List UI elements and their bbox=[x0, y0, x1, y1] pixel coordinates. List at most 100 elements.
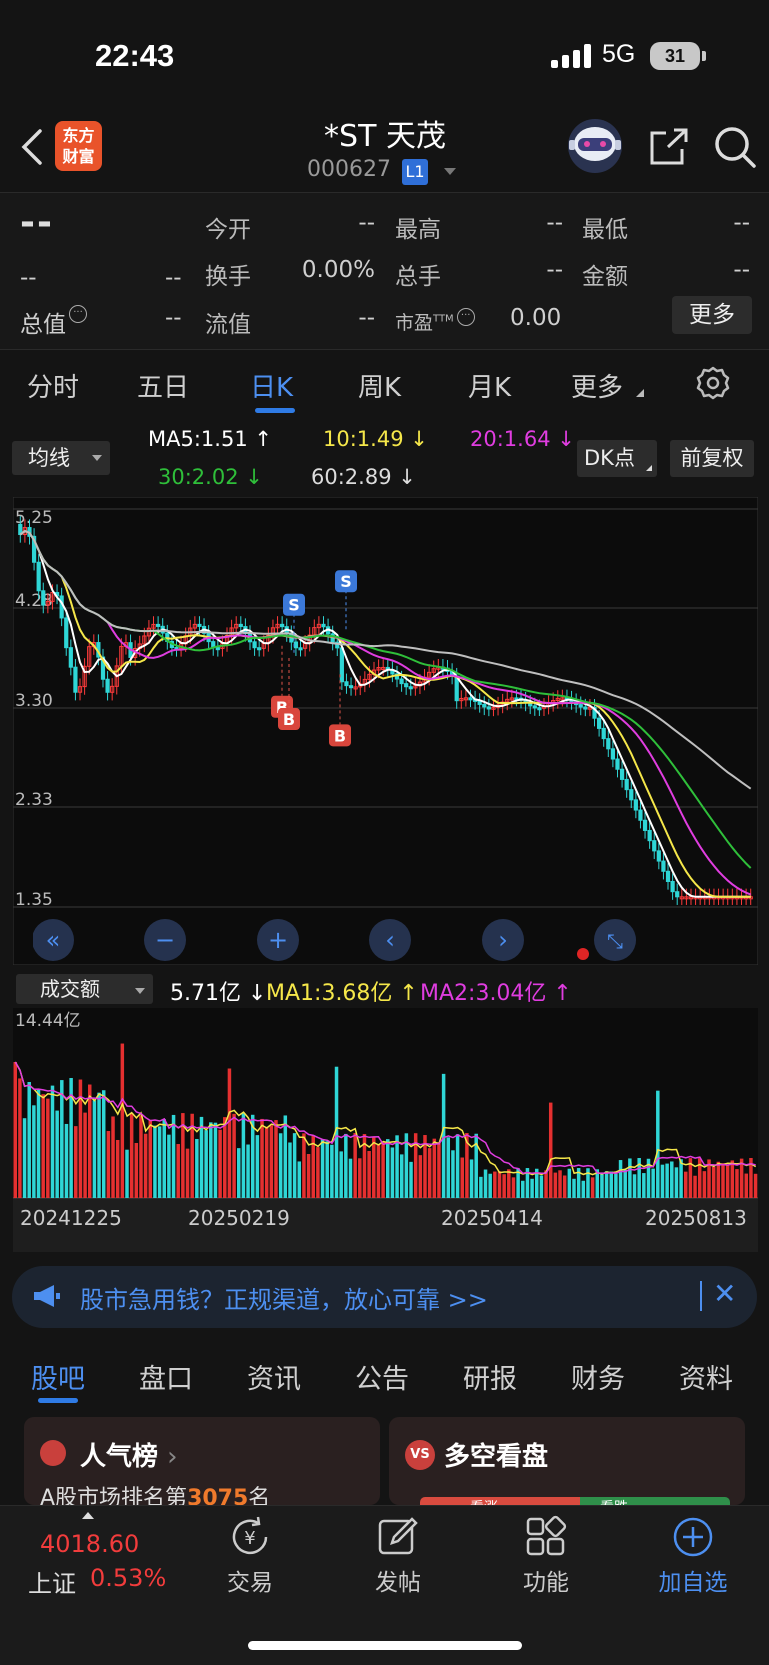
nav-functions[interactable]: 功能 bbox=[496, 1563, 596, 1597]
candle bbox=[399, 678, 404, 685]
chart-control-icon: › bbox=[498, 926, 508, 954]
volume-bar bbox=[674, 1167, 679, 1198]
tab-monthly-k[interactable]: 月K bbox=[468, 367, 511, 404]
volume-bar bbox=[753, 1173, 758, 1198]
megaphone-icon bbox=[34, 1285, 60, 1307]
low-value: -- bbox=[733, 210, 750, 236]
candle bbox=[624, 778, 629, 791]
date-label: 20250219 bbox=[188, 1206, 290, 1230]
tab-news[interactable]: 资讯 bbox=[247, 1357, 301, 1396]
tab-research[interactable]: 研报 bbox=[463, 1357, 517, 1396]
dk-point-button[interactable]: DK点 bbox=[577, 440, 657, 477]
tab-finance[interactable]: 财务 bbox=[571, 1357, 625, 1396]
volume-bar bbox=[455, 1134, 460, 1198]
volume-bar bbox=[670, 1161, 674, 1198]
volume-bar bbox=[386, 1139, 390, 1198]
volume-current: 5.71亿 ↓ bbox=[170, 981, 267, 1006]
volume-bar bbox=[399, 1154, 404, 1198]
indicator-select[interactable]: 均线 bbox=[12, 441, 110, 475]
app-logo: 东方 财富 bbox=[55, 121, 102, 171]
grid-icon[interactable] bbox=[524, 1515, 568, 1559]
level-badge[interactable]: L1 bbox=[402, 159, 428, 185]
volume-ma2: MA2:3.04亿 ↑ bbox=[420, 981, 572, 1006]
tab-five-day[interactable]: 五日 bbox=[137, 367, 189, 404]
volume-bar bbox=[297, 1161, 302, 1198]
status-time: 22:43 bbox=[95, 38, 175, 73]
volume-bar bbox=[74, 1126, 78, 1198]
chart-controls[interactable]: « − + ‹ › ⤡ bbox=[33, 916, 753, 964]
candle bbox=[610, 748, 615, 760]
index-value[interactable]: 4018.60 bbox=[40, 1530, 139, 1558]
tab-intraday[interactable]: 分时 bbox=[27, 367, 79, 404]
tab-weekly-k[interactable]: 周K bbox=[358, 367, 401, 404]
volume-bar bbox=[390, 1147, 395, 1198]
candlestick-chart[interactable]: 5.254.283.302.331.35SSBBB bbox=[13, 497, 758, 965]
search-icon[interactable] bbox=[713, 125, 757, 169]
gear-icon[interactable] bbox=[696, 366, 730, 400]
volume-bar bbox=[427, 1148, 432, 1198]
volume-ma1: MA1:3.68亿 ↑ bbox=[266, 981, 418, 1006]
tab-announcements[interactable]: 公告 bbox=[355, 1357, 409, 1396]
candle bbox=[156, 623, 161, 627]
volume-bar bbox=[632, 1174, 637, 1198]
volume-bar bbox=[693, 1175, 697, 1198]
battery-tip bbox=[702, 51, 706, 61]
volume-bar bbox=[195, 1138, 199, 1198]
tab-guba[interactable]: 股吧 bbox=[31, 1357, 85, 1396]
volume-bar bbox=[260, 1118, 264, 1198]
candle bbox=[252, 641, 257, 649]
trade-mark-label: B bbox=[283, 710, 295, 729]
tab-pankou[interactable]: 盘口 bbox=[139, 1357, 193, 1396]
volume-max-label: 14.44亿 bbox=[15, 1011, 81, 1031]
volume-bar bbox=[88, 1084, 92, 1198]
volume-bar bbox=[32, 1105, 36, 1198]
candle bbox=[670, 880, 675, 893]
more-button[interactable]: 更多 bbox=[672, 296, 752, 334]
stock-code[interactable]: 000627 bbox=[307, 157, 391, 182]
robot-assistant-icon[interactable] bbox=[565, 118, 625, 174]
share-icon[interactable] bbox=[648, 127, 690, 167]
date-label: 20250813 bbox=[645, 1206, 747, 1230]
volume-bar bbox=[660, 1164, 665, 1198]
volume-bar bbox=[437, 1142, 441, 1198]
volume-bar bbox=[274, 1120, 278, 1198]
candle bbox=[408, 686, 413, 690]
quote-panel bbox=[0, 193, 769, 349]
float-value: -- bbox=[358, 305, 375, 331]
index-pct[interactable]: 0.53% bbox=[90, 1564, 166, 1592]
volume-bar bbox=[171, 1114, 176, 1198]
volume-bar bbox=[292, 1133, 297, 1198]
candle bbox=[293, 641, 299, 649]
volume-bar bbox=[176, 1144, 180, 1198]
tab-profile[interactable]: 资料 bbox=[679, 1357, 733, 1396]
nav-add-watchlist[interactable]: 加自选 bbox=[643, 1563, 743, 1597]
add-watchlist-icon[interactable] bbox=[671, 1515, 715, 1559]
volume-bar bbox=[432, 1138, 437, 1198]
candle bbox=[633, 799, 638, 811]
candle bbox=[656, 850, 661, 862]
tab-daily-k[interactable]: 日K bbox=[250, 367, 293, 404]
index-name[interactable]: 上证 bbox=[28, 1564, 76, 1599]
banner-text[interactable]: 股市急用钱？正规渠道，放心可靠 >> bbox=[80, 1280, 488, 1315]
volume-bar bbox=[55, 1110, 59, 1198]
chevron-up-icon[interactable] bbox=[82, 1512, 94, 1519]
tab-more[interactable]: 更多 bbox=[571, 367, 623, 404]
close-icon[interactable]: ✕ bbox=[713, 1277, 736, 1310]
volume-bar bbox=[665, 1163, 669, 1198]
volume-bar bbox=[604, 1171, 609, 1198]
trade-icon[interactable]: ¥ bbox=[228, 1515, 272, 1559]
back-icon[interactable] bbox=[18, 127, 48, 167]
volume-bar bbox=[148, 1119, 153, 1198]
nav-post[interactable]: 发帖 bbox=[348, 1563, 448, 1597]
chevron-down-icon[interactable] bbox=[444, 168, 456, 175]
volume-indicator-select[interactable]: 成交额 bbox=[16, 974, 153, 1004]
volume-bar bbox=[553, 1172, 558, 1198]
nav-trade[interactable]: 交易 bbox=[200, 1563, 300, 1597]
total-value-label: 总值 ··· bbox=[20, 305, 87, 339]
volume-bar bbox=[548, 1102, 553, 1198]
bull-bear-card[interactable] bbox=[389, 1417, 745, 1505]
compose-icon[interactable] bbox=[376, 1515, 420, 1559]
volume-bar bbox=[395, 1135, 399, 1198]
adjust-button[interactable]: 前复权 bbox=[670, 440, 754, 477]
volume-bar bbox=[418, 1155, 423, 1198]
